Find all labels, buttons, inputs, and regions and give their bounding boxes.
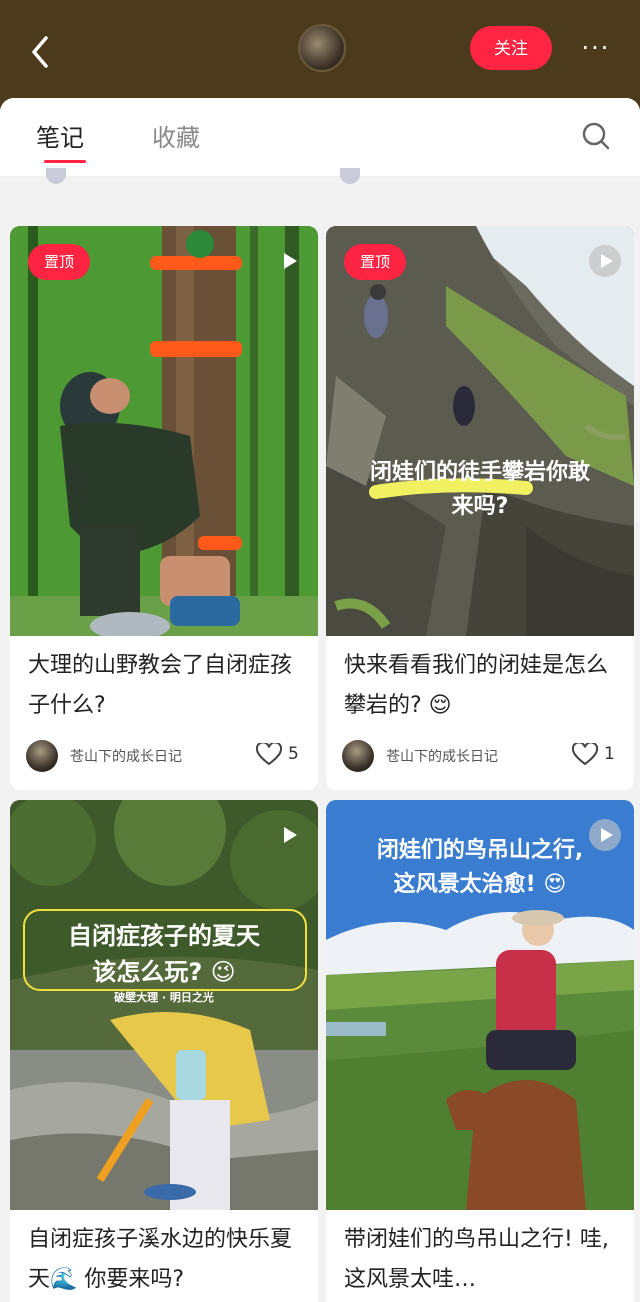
more-options-icon[interactable]: ··· xyxy=(576,34,616,62)
tab-notes[interactable]: 笔记 xyxy=(36,118,84,153)
note-title: 快来看看我们的闭娃是怎么攀岩的? 😌 xyxy=(344,653,609,718)
note-cover-image: 置顶 xyxy=(10,226,318,636)
peek-avatar xyxy=(46,168,66,184)
note-meta: 苍山下的成长日记 5 xyxy=(26,738,310,772)
like-heart-icon[interactable] xyxy=(572,743,598,767)
back-arrow-icon[interactable] xyxy=(26,34,58,70)
profile-avatar[interactable] xyxy=(298,24,346,72)
author-name[interactable]: 苍山下的成长日记 xyxy=(386,746,498,766)
search-icon[interactable] xyxy=(580,120,612,152)
note-cover-image: 自闭症孩子的夏天 该怎么玩? 😉 破壁大理 · 明日之光 xyxy=(10,800,318,1210)
previous-row-peek xyxy=(0,168,640,190)
note-title: 自闭症孩子溪水边的快乐夏天🌊 你要来吗? xyxy=(28,1227,293,1292)
author-name[interactable]: 苍山下的成长日记 xyxy=(70,746,182,766)
note-card[interactable]: 闭娃们的鸟吊山之行, 这风景太治愈! 😍 带闭娃们的鸟吊山之行! 哇, 这风景太… xyxy=(326,800,634,1302)
pinned-badge: 置顶 xyxy=(344,244,406,280)
cover-caption-line2: 来吗? xyxy=(451,494,509,519)
like-count: 5 xyxy=(288,744,299,764)
cover-caption-line2: 这风景太治愈! 😍 xyxy=(393,872,567,897)
author-avatar[interactable] xyxy=(342,740,374,772)
cover-caption-small: 破壁大理 · 明日之光 xyxy=(114,991,214,1004)
tab-favorites[interactable]: 收藏 xyxy=(152,118,200,153)
content-panel: 笔记 收藏 置顶 大理的山野教会了自闭症孩子什么? 苍山下的成长日记 5 置顶 … xyxy=(0,98,640,1302)
video-play-icon xyxy=(589,245,621,277)
note-title: 大理的山野教会了自闭症孩子什么? xyxy=(28,653,293,718)
like-count: 1 xyxy=(604,744,615,764)
follow-button[interactable]: 关注 xyxy=(470,26,552,70)
like-heart-icon[interactable] xyxy=(256,743,282,767)
cover-caption-line1: 自闭症孩子的夏天 xyxy=(68,922,260,950)
video-play-icon xyxy=(284,827,297,843)
peek-avatar xyxy=(340,168,360,184)
cover-caption-line2: 该怎么玩? 😉 xyxy=(92,958,236,986)
note-cover-image: 置顶 闭娃们的徒手攀岩你敢 来吗? xyxy=(326,226,634,636)
cover-caption-line1: 闭娃们的鸟吊山之行, xyxy=(376,838,584,863)
video-play-icon xyxy=(284,253,297,269)
note-title: 带闭娃们的鸟吊山之行! 哇, 这风景太哇… xyxy=(344,1227,609,1292)
cover-caption-line1: 闭娃们的徒手攀岩你敢 xyxy=(369,460,590,485)
tab-bar: 笔记 收藏 xyxy=(0,98,640,177)
note-meta: 苍山下的成长日记 1 xyxy=(342,738,626,772)
note-card[interactable]: 置顶 闭娃们的徒手攀岩你敢 来吗? 快来看看我们的闭娃是怎么攀岩的? 😌 苍山下… xyxy=(326,226,634,790)
note-cover-image: 闭娃们的鸟吊山之行, 这风景太治愈! 😍 xyxy=(326,800,634,1210)
active-tab-indicator xyxy=(44,160,86,163)
top-bar: 关注 ··· xyxy=(0,0,640,100)
note-card[interactable]: 自闭症孩子的夏天 该怎么玩? 😉 破壁大理 · 明日之光 自闭症孩子溪水边的快乐… xyxy=(10,800,318,1302)
author-avatar[interactable] xyxy=(26,740,58,772)
pinned-badge: 置顶 xyxy=(28,244,90,280)
note-card[interactable]: 置顶 大理的山野教会了自闭症孩子什么? 苍山下的成长日记 5 xyxy=(10,226,318,790)
